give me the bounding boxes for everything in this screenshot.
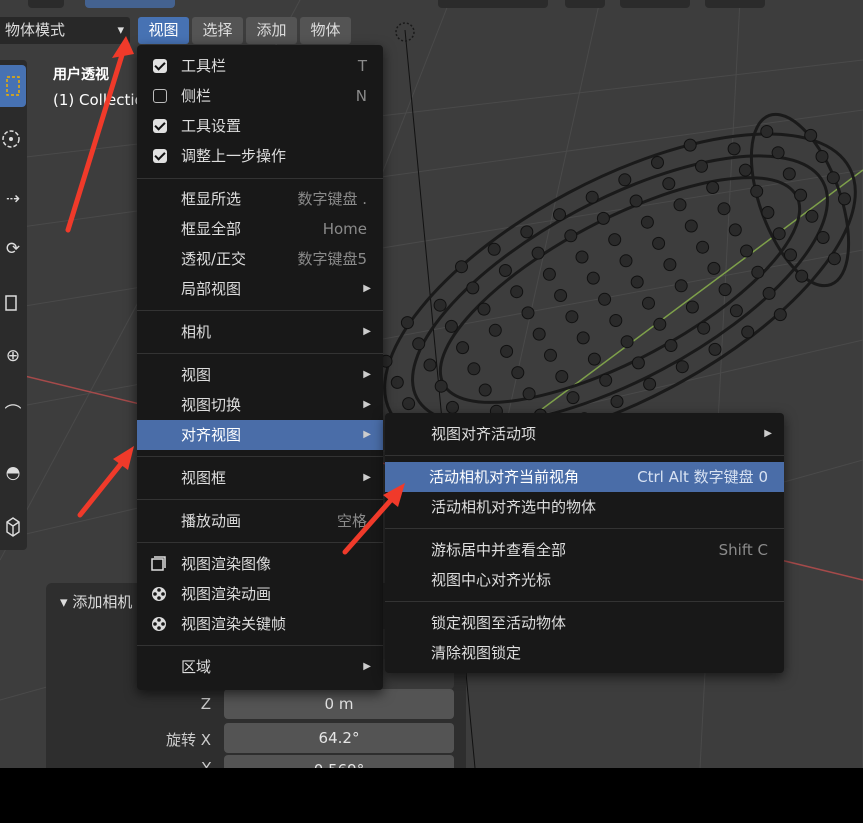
blender-3d-viewport[interactable]: 物体模式 ▾ 视图 选择 添加 物体 用户透视 (1) Collection ⇢…	[0, 0, 863, 768]
annotation-arrow-view-menu	[65, 39, 129, 233]
annotation-arrowhead	[112, 36, 134, 58]
annotation-arrows	[65, 36, 405, 555]
annotation-arrow-camera-to-view	[342, 489, 401, 555]
